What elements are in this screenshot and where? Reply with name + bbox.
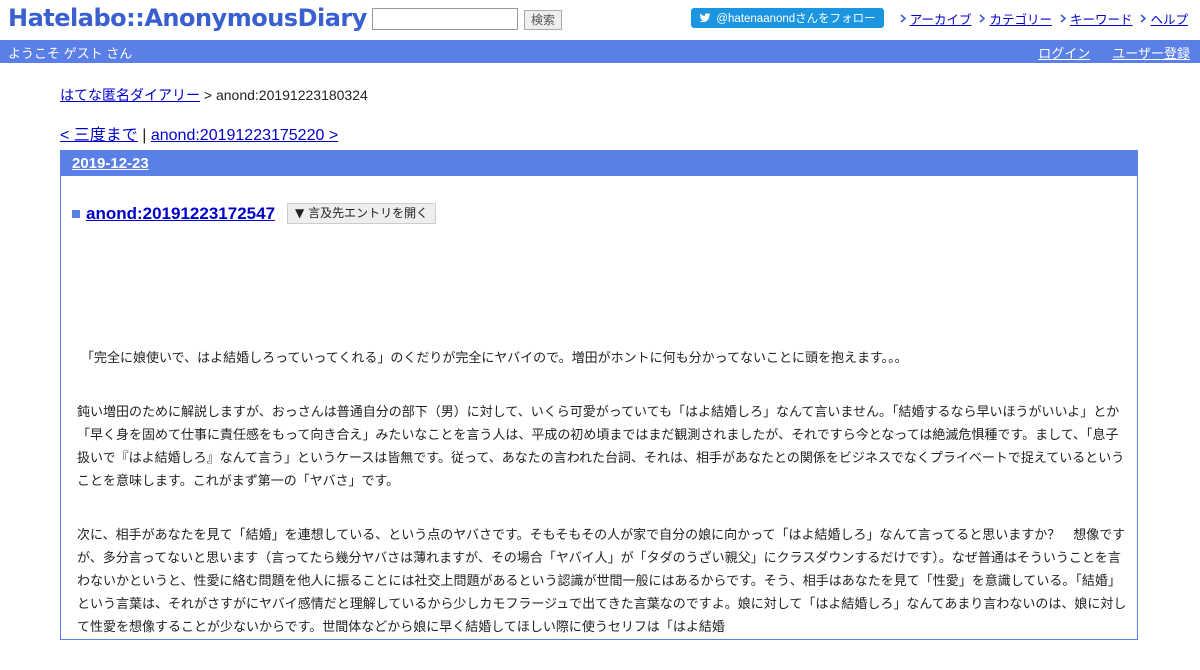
top-bar: Hatelabo::AnonymousDiary 検索 @hatenaanond…: [0, 0, 1200, 40]
nav-item-category[interactable]: カテゴリー: [979, 9, 1052, 28]
entry-pager: < 三度まで | anond:20191223175220 >: [60, 121, 338, 145]
nav-item-help[interactable]: ヘルプ: [1140, 9, 1188, 28]
breadcrumb-current: anond:20191223180324: [215, 87, 368, 103]
account-links: ログイン ユーザー登録: [1016, 43, 1190, 62]
entry-square-icon: [72, 209, 80, 218]
welcome-text: ようこそ ゲスト さん: [8, 46, 133, 61]
breadcrumb-home-link[interactable]: はてな匿名ダイアリー: [60, 87, 200, 103]
nav-arrow-icon: [1060, 13, 1067, 23]
register-link[interactable]: ユーザー登録: [1112, 43, 1190, 62]
search-button[interactable]: 検索: [524, 10, 563, 30]
twitter-follow-button[interactable]: @hatenaanondさんをフォロー: [691, 8, 884, 28]
entry-paragraph: 鈍い増田のために解説しますが、おっさんは普通自分の部下（男）に対して、いくら可愛…: [77, 405, 1125, 489]
nav-arrow-icon: [979, 13, 986, 23]
nav-arrow-icon: [900, 13, 906, 23]
welcome-bar: ようこそ ゲスト さん ログイン ユーザー登録: [0, 40, 1200, 63]
entry-paragraph: 次に、相手があなたを見て「結婚」を連想している、という点のヤバさです。そもそもそ…: [77, 528, 1127, 635]
nav-link-archive[interactable]: アーカイブ: [910, 9, 972, 28]
breadcrumb: はてな匿名ダイアリー > anond:20191223180324: [60, 85, 368, 105]
nav-link-category[interactable]: カテゴリー: [989, 9, 1052, 28]
header-nav: @hatenaanondさんをフォロー アーカイブ カテゴリー キーワード ヘル…: [691, 8, 1188, 28]
next-entry-link[interactable]: anond:20191223175220 >: [151, 127, 338, 144]
day-header: 2019-12-23: [61, 151, 1137, 176]
entry-header: anond:20191223172547 ▼ 言及先エントリを開く: [72, 203, 437, 224]
pager-separator: |: [142, 127, 147, 144]
breadcrumb-separator: >: [203, 87, 213, 103]
entry-body: 「完全に娘使いで、はよ結婚しろっていってくれる」のくだりが完全にヤバイので。増田…: [77, 347, 1129, 670]
login-link[interactable]: ログイン: [1038, 43, 1090, 62]
nav-link-keyword[interactable]: キーワード: [1070, 9, 1133, 28]
search-input[interactable]: [372, 8, 518, 30]
prev-entry-link[interactable]: < 三度まで: [60, 127, 138, 144]
nav-item-archive[interactable]: アーカイブ: [900, 9, 972, 28]
open-referenced-entry-button[interactable]: ▼ 言及先エントリを開く: [287, 203, 437, 224]
entry-paragraph: 「完全に娘使いで、はよ結婚しろっていってくれる」のくだりが完全にヤバイので。増田…: [81, 351, 908, 366]
nav-arrow-icon: [1140, 13, 1147, 23]
twitter-bird-icon: [699, 13, 711, 23]
site-logo[interactable]: Hatelabo::AnonymousDiary: [8, 4, 367, 32]
day-section: 2019-12-23 anond:20191223172547 ▼ 言及先エント…: [60, 150, 1138, 640]
entry-title-link[interactable]: anond:20191223172547: [86, 204, 275, 224]
day-date-link[interactable]: 2019-12-23: [72, 155, 149, 172]
nav-item-keyword[interactable]: キーワード: [1060, 9, 1133, 28]
follow-label: @hatenaanondさんをフォロー: [716, 13, 876, 25]
nav-link-help[interactable]: ヘルプ: [1150, 9, 1188, 28]
